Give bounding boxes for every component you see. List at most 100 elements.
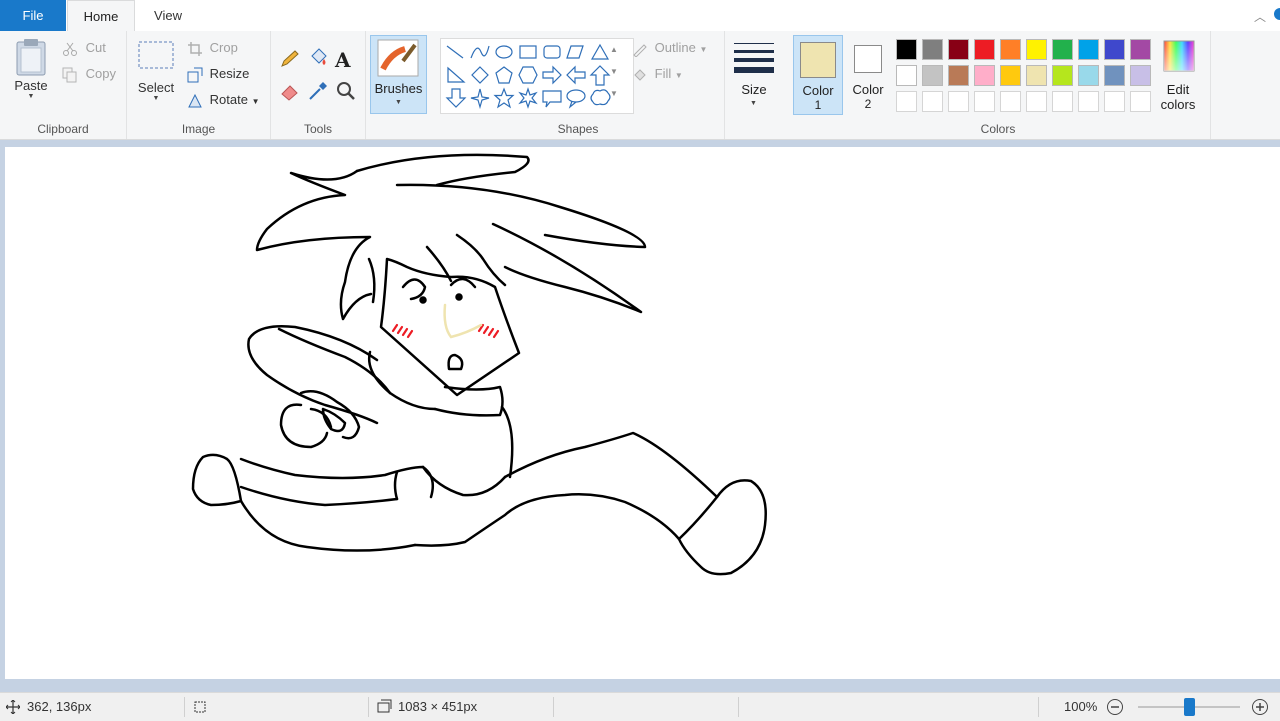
palette-color-swatch[interactable] xyxy=(922,91,943,112)
palette-color-swatch[interactable] xyxy=(896,65,917,86)
palette-color-swatch[interactable] xyxy=(1078,91,1099,112)
outline-icon xyxy=(633,43,647,57)
shape-option-icon[interactable] xyxy=(518,66,538,84)
shape-option-icon[interactable] xyxy=(589,65,611,86)
shape-option-icon[interactable] xyxy=(566,45,584,59)
palette-color-swatch[interactable] xyxy=(1078,39,1099,60)
palette-color-swatch[interactable] xyxy=(1130,39,1151,60)
fill-bucket-icon[interactable] xyxy=(307,47,329,69)
gallery-scroll[interactable]: ▲ ▼ ▼ xyxy=(610,39,618,105)
shape-option-icon[interactable] xyxy=(518,87,538,109)
palette-color-swatch[interactable] xyxy=(1130,65,1151,86)
shape-option-icon[interactable] xyxy=(566,65,586,85)
crop-button[interactable]: Crop xyxy=(187,40,238,57)
edit-colors-button[interactable]: Edit colors xyxy=(1156,35,1200,115)
shape-option-icon[interactable] xyxy=(590,43,610,60)
tab-view[interactable]: View xyxy=(136,0,200,31)
palette-color-swatch[interactable] xyxy=(1104,65,1125,86)
palette-color-swatch[interactable] xyxy=(1000,39,1021,60)
zoom-slider-thumb[interactable] xyxy=(1183,698,1195,716)
palette-color-swatch[interactable] xyxy=(974,39,995,60)
cut-button[interactable]: Cut xyxy=(62,40,106,57)
shape-option-icon[interactable] xyxy=(542,90,562,108)
resize-button[interactable]: Resize xyxy=(187,66,249,83)
outline-button[interactable]: Outline ▼ xyxy=(632,40,707,57)
pencil-icon[interactable] xyxy=(279,49,301,69)
ribbon-home: Paste ▼ Cut Copy Clipboard Select ▼ Crop… xyxy=(0,31,1280,140)
shapes-icons[interactable] xyxy=(441,39,631,111)
rotate-button[interactable]: Rotate ▼ xyxy=(187,92,259,109)
palette-color-swatch[interactable] xyxy=(1026,91,1047,112)
tools-group-label: Tools xyxy=(303,122,332,136)
shape-option-icon[interactable] xyxy=(495,45,513,59)
select-button[interactable]: Select ▼ xyxy=(133,39,179,103)
fill-button[interactable]: Fill ▼ xyxy=(632,66,683,83)
status-divider xyxy=(368,697,369,717)
shape-option-icon[interactable] xyxy=(590,89,611,106)
shape-option-icon[interactable] xyxy=(470,88,490,110)
palette-color-swatch[interactable] xyxy=(896,91,917,112)
brushes-button[interactable]: Brushes ▼ xyxy=(370,35,427,114)
text-tool-icon[interactable]: A xyxy=(335,48,351,72)
color1-button[interactable]: Color 1 xyxy=(793,35,843,115)
palette-color-swatch[interactable] xyxy=(1026,65,1047,86)
shape-option-icon[interactable] xyxy=(470,45,490,59)
palette-color-swatch[interactable] xyxy=(922,39,943,60)
palette-color-swatch[interactable] xyxy=(1000,91,1021,112)
size-button[interactable]: Size ▼ xyxy=(728,35,780,115)
zoom-out-icon[interactable] xyxy=(1106,698,1124,716)
select-label: Select xyxy=(137,80,175,95)
magnifier-icon[interactable] xyxy=(335,80,357,102)
shape-option-icon[interactable] xyxy=(446,45,464,59)
shape-option-icon[interactable] xyxy=(493,87,515,109)
copy-button[interactable]: Copy xyxy=(62,66,116,83)
zoom-slider-track[interactable] xyxy=(1138,698,1240,716)
zoom-in-icon[interactable] xyxy=(1251,698,1269,716)
palette-color-swatch[interactable] xyxy=(948,65,969,86)
edit-colors-label-1: Edit xyxy=(1166,82,1190,97)
shape-option-icon[interactable] xyxy=(543,45,561,59)
minimize-ribbon-icon[interactable]: ︿ xyxy=(1254,8,1266,25)
select-rectangle-icon xyxy=(138,41,174,69)
palette-color-swatch[interactable] xyxy=(948,91,969,112)
copy-label: Copy xyxy=(85,66,116,81)
palette-color-swatch[interactable] xyxy=(922,65,943,86)
zoom-level: 100% xyxy=(1064,699,1098,714)
color1-number: 1 xyxy=(814,98,822,112)
drawing-canvas[interactable] xyxy=(5,147,1280,679)
palette-color-swatch[interactable] xyxy=(1052,65,1073,86)
help-icon[interactable] xyxy=(1274,8,1280,20)
eraser-icon[interactable] xyxy=(279,81,301,101)
shape-option-icon[interactable] xyxy=(447,66,466,83)
palette-color-swatch[interactable] xyxy=(1052,91,1073,112)
shape-option-icon[interactable] xyxy=(495,66,513,84)
palette-color-swatch[interactable] xyxy=(1104,91,1125,112)
palette-color-swatch[interactable] xyxy=(1130,91,1151,112)
palette-color-swatch[interactable] xyxy=(1052,39,1073,60)
edit-colors-label-2: colors xyxy=(1160,97,1196,112)
ribbon-divider xyxy=(1210,31,1211,139)
paste-button[interactable]: Paste ▼ xyxy=(6,37,56,101)
color2-button[interactable]: Color 2 xyxy=(844,35,892,113)
shape-option-icon[interactable] xyxy=(471,66,489,84)
selection-size-icon xyxy=(194,701,206,713)
tab-file[interactable]: File xyxy=(0,0,66,31)
paste-label: Paste xyxy=(14,78,48,93)
palette-color-swatch[interactable] xyxy=(1078,65,1099,86)
shape-option-icon[interactable] xyxy=(519,45,537,59)
shape-option-icon[interactable] xyxy=(445,88,467,108)
palette-color-swatch[interactable] xyxy=(974,91,995,112)
palette-color-swatch[interactable] xyxy=(974,65,995,86)
palette-color-swatch[interactable] xyxy=(948,39,969,60)
palette-color-swatch[interactable] xyxy=(1000,65,1021,86)
shape-option-icon[interactable] xyxy=(566,89,586,109)
shape-option-icon[interactable] xyxy=(542,65,562,85)
tab-home[interactable]: Home xyxy=(67,0,135,32)
palette-color-swatch[interactable] xyxy=(1026,39,1047,60)
brush-icon xyxy=(377,39,419,77)
chevron-down-icon: ▼ xyxy=(27,93,35,100)
palette-color-swatch[interactable] xyxy=(1104,39,1125,60)
shapes-group-label: Shapes xyxy=(557,122,599,136)
palette-color-swatch[interactable] xyxy=(896,39,917,60)
color-picker-icon[interactable] xyxy=(307,80,329,102)
